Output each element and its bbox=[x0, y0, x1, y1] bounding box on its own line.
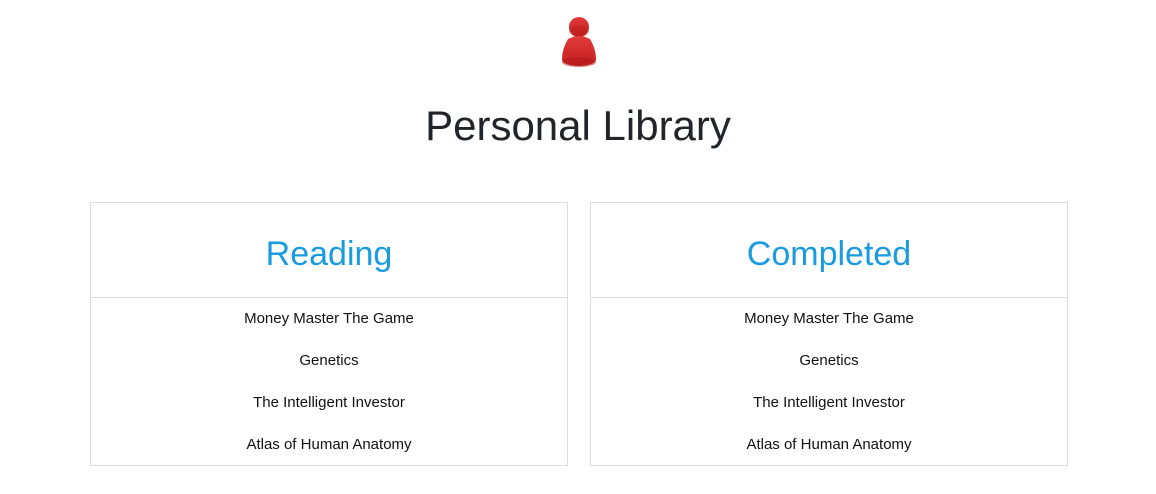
list-item[interactable]: The Intelligent Investor bbox=[91, 382, 567, 424]
completed-panel: Completed Money Master The Game Genetics… bbox=[590, 202, 1068, 466]
list-item[interactable]: Genetics bbox=[591, 340, 1067, 382]
pawn-person-icon bbox=[562, 17, 596, 67]
page-title: Personal Library bbox=[425, 102, 731, 149]
list-item[interactable]: Atlas of Human Anatomy bbox=[591, 424, 1067, 466]
list-item[interactable]: Money Master The Game bbox=[91, 298, 567, 340]
reading-book-list: Money Master The Game Genetics The Intel… bbox=[91, 298, 567, 466]
list-item[interactable]: Money Master The Game bbox=[591, 298, 1067, 340]
reading-panel: Reading Money Master The Game Genetics T… bbox=[90, 202, 568, 466]
completed-panel-header: Completed bbox=[591, 203, 1067, 298]
reading-panel-title: Reading bbox=[265, 234, 393, 273]
list-item[interactable]: Genetics bbox=[91, 340, 567, 382]
completed-panel-title: Completed bbox=[746, 234, 912, 273]
list-item[interactable]: The Intelligent Investor bbox=[591, 382, 1067, 424]
completed-book-list: Money Master The Game Genetics The Intel… bbox=[591, 298, 1067, 466]
reading-panel-header: Reading bbox=[91, 203, 567, 298]
page: Personal Library Reading Money Master Th… bbox=[0, 0, 1156, 494]
list-item[interactable]: Atlas of Human Anatomy bbox=[91, 424, 567, 466]
